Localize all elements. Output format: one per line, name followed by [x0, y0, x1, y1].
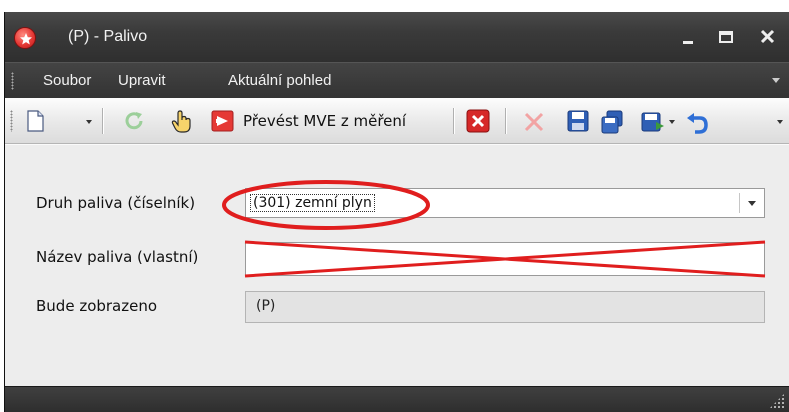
menu-item-aktualni-pohled[interactable]: Aktuální pohled [228, 72, 331, 89]
fuel-type-value: (301) zemní plyn [250, 194, 375, 212]
delete-icon [466, 109, 490, 133]
new-document-icon [27, 110, 44, 132]
status-bar [5, 386, 789, 412]
menu-grip[interactable] [11, 72, 14, 90]
hand-button[interactable] [171, 110, 193, 138]
convert-button[interactable] [211, 109, 235, 137]
resize-grip[interactable] [769, 393, 785, 409]
save-button[interactable] [567, 110, 589, 136]
close-button[interactable] [755, 24, 781, 50]
toolbar-grip[interactable] [10, 110, 13, 132]
fuel-type-select[interactable]: (301) zemní plyn [245, 188, 765, 218]
palivo-window: (P) - Palivo Soubor Upravit Aktuální poh… [4, 12, 789, 412]
chevron-down-icon[interactable] [748, 201, 756, 206]
fuel-name-input[interactable] [245, 242, 765, 276]
delete-button[interactable] [466, 109, 490, 137]
toolbar-separator [453, 108, 455, 134]
title-bar[interactable]: (P) - Palivo [5, 12, 789, 62]
hand-pointer-icon [171, 110, 191, 133]
app-icon [14, 27, 36, 49]
refresh-icon [125, 112, 143, 130]
menu-bar: Soubor Upravit Aktuální pohled [5, 62, 789, 98]
display-label: Bude zobrazeno [36, 297, 158, 315]
maximize-icon [719, 31, 733, 43]
display-value: (P) [256, 298, 276, 314]
convert-icon [211, 110, 234, 132]
fuel-name-label: Název paliva (vlastní) [36, 248, 199, 266]
new-document-dropdown-icon[interactable] [86, 120, 92, 124]
window-title: (P) - Palivo [68, 28, 148, 45]
combo-divider [739, 193, 740, 213]
page: ~~~ ~~ (P) - Palivo [0, 0, 789, 412]
close-icon [760, 29, 775, 44]
undo-icon [687, 113, 708, 134]
save-icon [567, 110, 589, 132]
save-close-icon [641, 112, 664, 132]
refresh-button[interactable] [123, 110, 145, 136]
fuel-type-label: Druh paliva (číselník) [36, 194, 196, 212]
menu-item-upravit[interactable]: Upravit [118, 72, 166, 89]
minimize-icon [683, 41, 693, 44]
display-field: (P) [245, 291, 765, 323]
toolbar-separator [505, 108, 507, 134]
remove-icon [524, 112, 544, 132]
save-as-icon [601, 110, 623, 134]
convert-button-label[interactable]: Převést MVE z měření [243, 112, 406, 130]
undo-button[interactable] [685, 110, 711, 140]
minimize-button[interactable] [675, 24, 701, 50]
fuel-form: Druh paliva (číselník) (301) zemní plyn … [5, 144, 789, 386]
maximize-button[interactable] [713, 24, 739, 50]
toolbar-separator [102, 108, 104, 134]
menu-item-soubor[interactable]: Soubor [43, 72, 91, 89]
background-fragment: ~~~ ~~ [0, 0, 789, 12]
save-close-dropdown-icon[interactable] [669, 120, 675, 124]
menu-overflow-chevron-icon[interactable] [772, 78, 780, 83]
remove-button[interactable] [522, 110, 546, 138]
new-document-button[interactable] [25, 110, 45, 136]
toolbar-overflow-icon[interactable] [777, 120, 783, 124]
save-close-button[interactable] [641, 110, 665, 138]
save-as-button[interactable] [600, 110, 624, 138]
toolbar: Převést MVE z měření [5, 98, 789, 144]
